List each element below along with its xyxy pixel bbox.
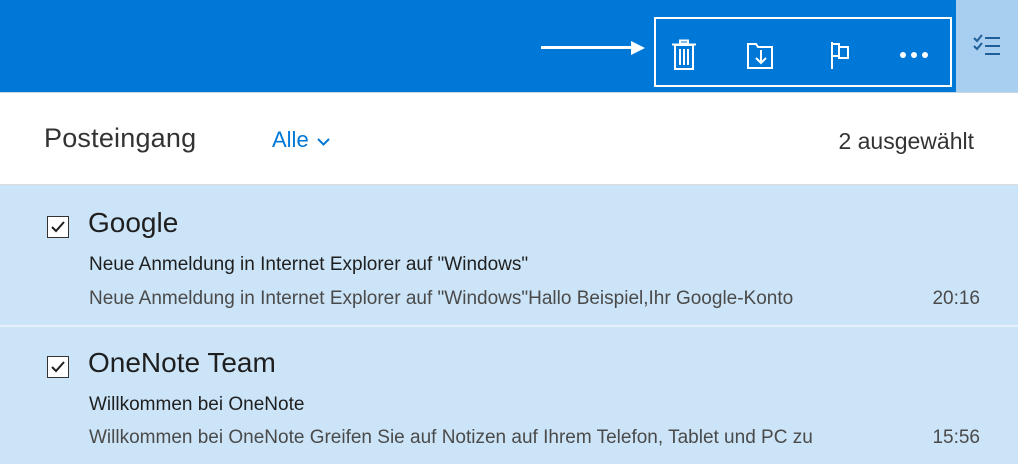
mail-app-window: Posteingang Alle 2 ausgewählt Google Neu… [0, 0, 1018, 464]
filter-label: Alle [272, 127, 309, 152]
command-bar [0, 0, 1018, 93]
trash-icon [672, 39, 696, 70]
message-subject: Neue Anmeldung in Internet Explorer auf … [89, 254, 529, 275]
move-to-folder-button[interactable] [740, 37, 780, 73]
message-preview: Neue Anmeldung in Internet Explorer auf … [89, 288, 794, 309]
message-time: 20:16 [932, 288, 980, 309]
message-checkbox[interactable] [47, 356, 69, 378]
filter-dropdown[interactable]: Alle [272, 127, 330, 153]
selected-count: 2 ausgewählt [838, 128, 974, 154]
annotation-arrow [541, 41, 645, 55]
move-to-folder-icon [747, 43, 773, 69]
folder-header: Posteingang Alle 2 ausgewählt [0, 93, 1018, 185]
message-sender: Google [88, 207, 179, 238]
checkmark-icon [51, 221, 65, 233]
message-item[interactable]: Google Neue Anmeldung in Internet Explor… [0, 185, 1018, 325]
flag-button[interactable] [820, 37, 860, 73]
more-options-button[interactable] [894, 37, 934, 73]
folder-title: Posteingang [44, 123, 197, 153]
flag-icon [831, 42, 849, 69]
message-time: 15:56 [932, 427, 980, 448]
message-list: Google Neue Anmeldung in Internet Explor… [0, 185, 1018, 464]
message-subject: Willkommen bei OneNote [89, 394, 305, 415]
selection-mode-toggle[interactable] [956, 0, 1018, 92]
select-list-icon [973, 34, 1000, 55]
delete-button[interactable] [664, 37, 704, 73]
message-checkbox[interactable] [47, 216, 69, 238]
message-sender: OneNote Team [88, 347, 276, 378]
checkmark-icon [51, 361, 65, 373]
selection-actions-group [654, 17, 952, 87]
message-preview: Willkommen bei OneNote Greifen Sie auf N… [89, 427, 813, 448]
more-dots-icon [900, 52, 928, 58]
message-item[interactable]: OneNote Team Willkommen bei OneNote Will… [0, 325, 1018, 464]
chevron-down-icon [316, 137, 330, 146]
